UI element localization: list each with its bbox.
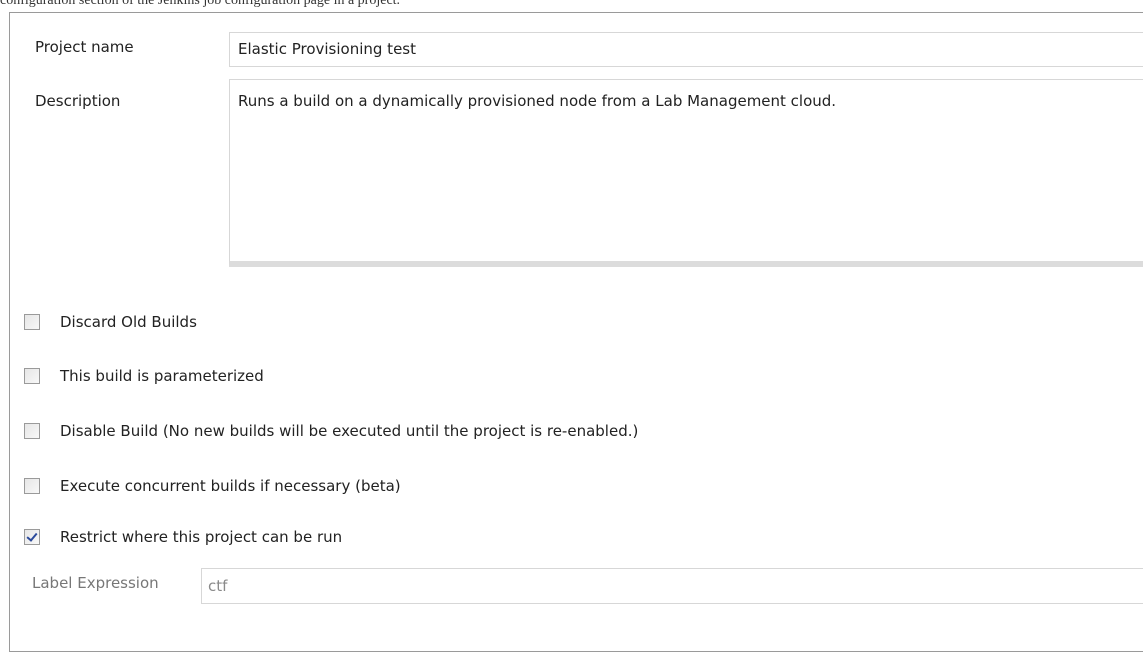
option-restrict-where-run[interactable]: Restrict where this project can be run bbox=[24, 525, 342, 549]
concurrent-builds-checkbox[interactable] bbox=[24, 478, 40, 494]
description-label: Description bbox=[35, 92, 121, 110]
description-textarea[interactable]: Runs a build on a dynamically provisione… bbox=[229, 79, 1143, 267]
option-concurrent-builds[interactable]: Execute concurrent builds if necessary (… bbox=[24, 474, 401, 498]
restrict-where-run-checkbox[interactable] bbox=[24, 529, 40, 545]
discard-old-builds-checkbox[interactable] bbox=[24, 314, 40, 330]
option-parameterized[interactable]: This build is parameterized bbox=[24, 364, 264, 388]
page-caption: configuration section of the Jenkins job… bbox=[0, 0, 401, 8]
disable-build-label: Disable Build (No new builds will be exe… bbox=[60, 422, 639, 440]
label-expression-label: Label Expression bbox=[32, 574, 159, 592]
restrict-where-run-label: Restrict where this project can be run bbox=[60, 528, 343, 546]
concurrent-builds-label: Execute concurrent builds if necessary (… bbox=[60, 477, 401, 495]
project-name-input[interactable]: Elastic Provisioning test bbox=[229, 32, 1143, 67]
project-name-label: Project name bbox=[35, 38, 134, 56]
discard-old-builds-label: Discard Old Builds bbox=[60, 313, 197, 331]
parameterized-label: This build is parameterized bbox=[60, 367, 264, 385]
label-expression-input[interactable]: ctf bbox=[201, 568, 1143, 604]
option-discard-old-builds[interactable]: Discard Old Builds bbox=[24, 310, 197, 334]
disable-build-checkbox[interactable] bbox=[24, 423, 40, 439]
option-disable-build[interactable]: Disable Build (No new builds will be exe… bbox=[24, 419, 638, 443]
parameterized-checkbox[interactable] bbox=[24, 368, 40, 384]
